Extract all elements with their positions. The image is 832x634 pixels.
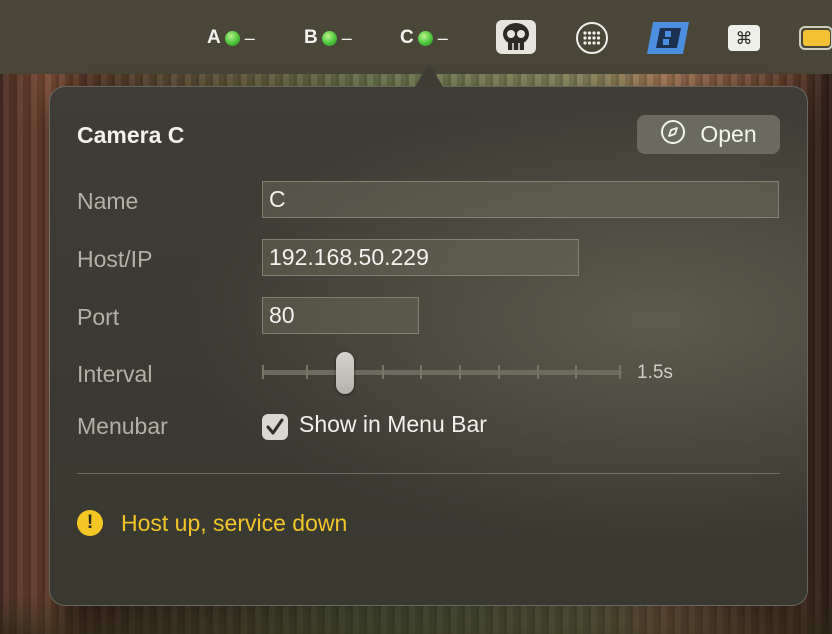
camera-a-dash: – bbox=[244, 27, 255, 48]
battery-icon[interactable] bbox=[799, 25, 832, 51]
divider bbox=[77, 473, 780, 474]
slider-tick bbox=[382, 365, 384, 379]
camera-b-letter: B bbox=[304, 27, 318, 48]
popover-title: Camera C bbox=[77, 122, 185, 148]
slider-tick bbox=[459, 365, 461, 379]
camera-a-letter: A bbox=[207, 27, 221, 48]
slider-tick bbox=[306, 365, 308, 379]
camera-b-status-item[interactable]: B – bbox=[304, 27, 352, 49]
menubar-label: Menubar bbox=[77, 413, 168, 439]
camera-a-status-item[interactable]: A – bbox=[207, 27, 255, 49]
camera-c-letter: C bbox=[400, 27, 414, 48]
camera-b-dash: – bbox=[341, 27, 352, 48]
show-in-menu-bar-checkbox[interactable] bbox=[262, 414, 288, 440]
camera-a-status-dot bbox=[224, 30, 240, 46]
interval-slider[interactable] bbox=[262, 351, 622, 394]
slider-tick bbox=[262, 365, 264, 379]
compass-icon bbox=[660, 119, 686, 151]
slider-tick bbox=[498, 365, 500, 379]
slider-tick bbox=[575, 365, 577, 379]
slider-tick bbox=[619, 365, 621, 379]
grid-dots-icon[interactable] bbox=[574, 21, 610, 55]
interval-label: Interval bbox=[77, 361, 153, 387]
camera-c-status-item[interactable]: C – bbox=[400, 27, 448, 49]
camera-b-status-dot bbox=[321, 30, 337, 46]
port-label: Port bbox=[77, 304, 120, 330]
status-message: Host up, service down bbox=[121, 510, 348, 536]
name-label: Name bbox=[77, 188, 139, 214]
port-field[interactable] bbox=[262, 297, 419, 334]
slider-tick bbox=[420, 365, 422, 379]
interval-value: 1.5s bbox=[637, 362, 673, 383]
blue-window-app-icon[interactable] bbox=[645, 20, 691, 56]
command-key-icon[interactable]: ⌘ bbox=[727, 24, 761, 52]
checkmark-icon bbox=[266, 418, 284, 435]
slider-thumb[interactable] bbox=[336, 352, 354, 394]
host-ip-field[interactable] bbox=[262, 239, 579, 276]
slider-track bbox=[262, 370, 622, 375]
name-field[interactable] bbox=[262, 181, 779, 218]
camera-c-status-dot bbox=[417, 30, 433, 46]
open-button[interactable]: Open bbox=[637, 115, 780, 154]
slider-tick bbox=[537, 365, 539, 379]
skull-app-icon[interactable] bbox=[495, 17, 537, 57]
show-in-menu-bar-label[interactable]: Show in Menu Bar bbox=[299, 411, 487, 438]
popover-caret bbox=[415, 63, 443, 87]
open-button-label: Open bbox=[700, 121, 757, 147]
svg-text:⌘: ⌘ bbox=[736, 29, 753, 49]
camera-c-dash: – bbox=[437, 27, 448, 48]
host-label: Host/IP bbox=[77, 246, 153, 272]
warning-icon: ! bbox=[77, 510, 103, 536]
camera-settings-popover: Camera C Open Name Host/IP Port Interval… bbox=[49, 86, 808, 606]
